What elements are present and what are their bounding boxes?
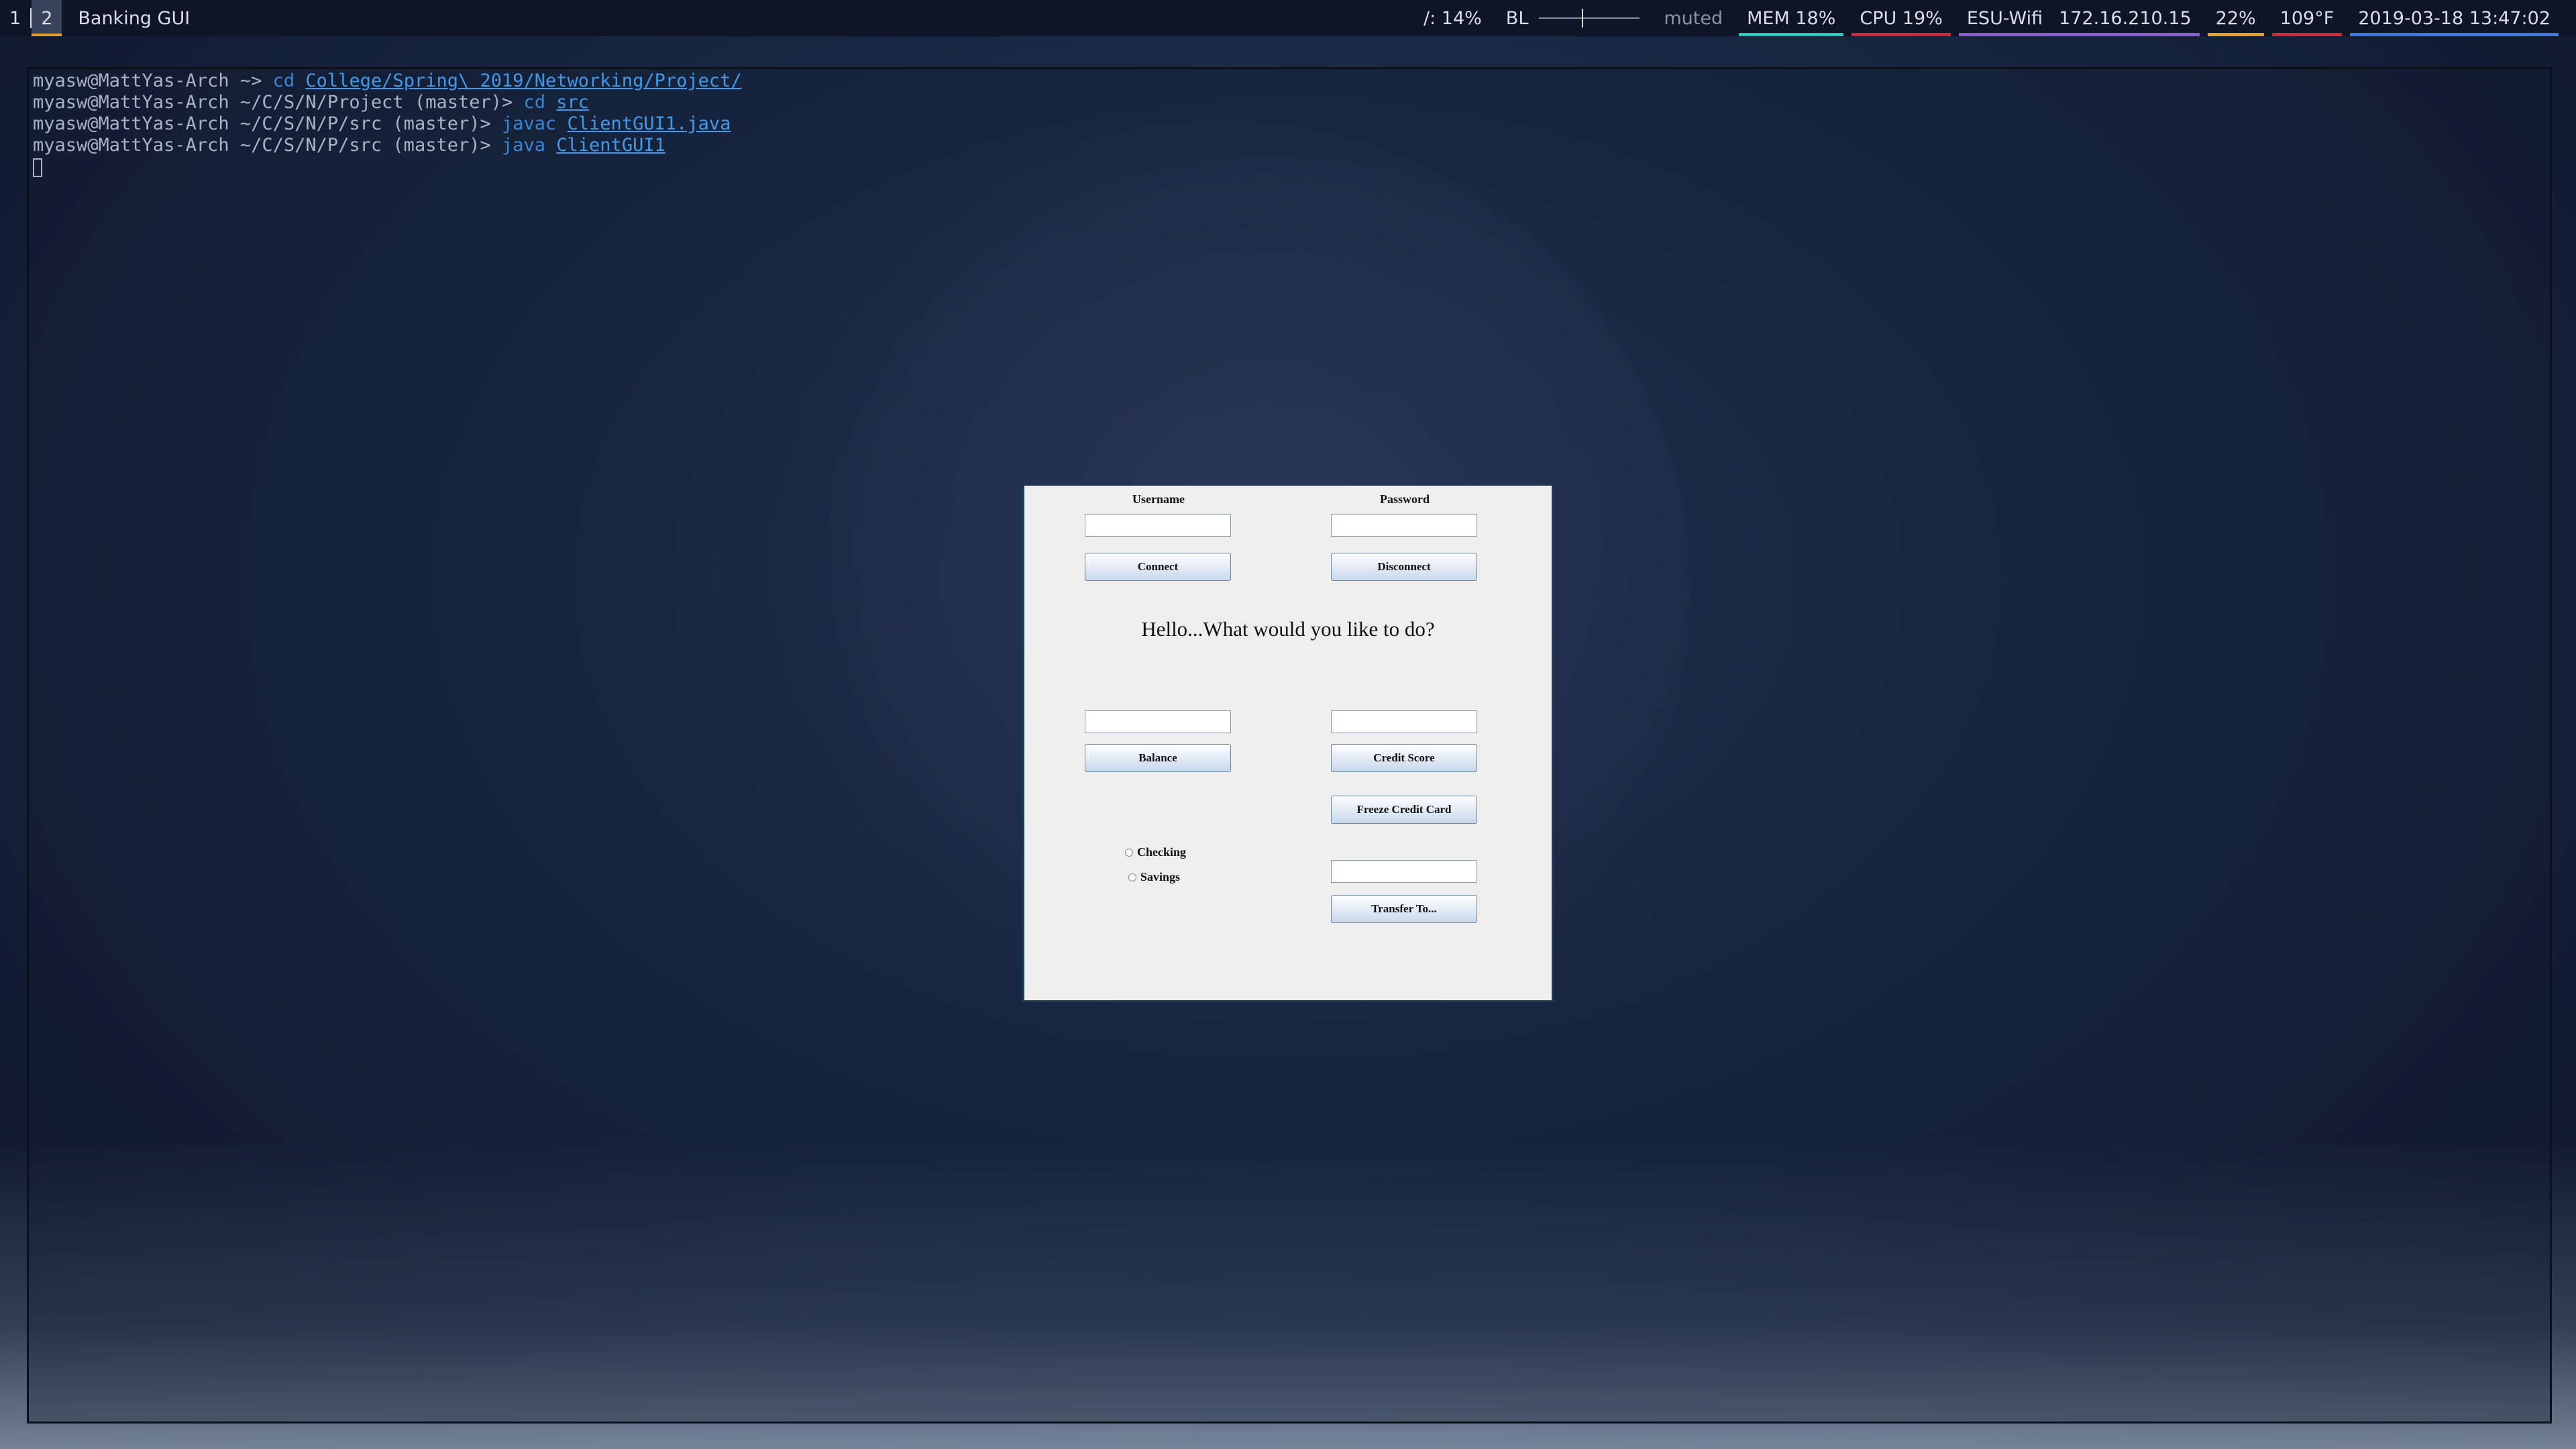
checking-radio-label: Checking bbox=[1137, 845, 1187, 859]
temperature: 109°F bbox=[2268, 0, 2347, 36]
terminal-line: myasw@MattYas-Arch ~/C/S/N/P/src (master… bbox=[33, 135, 665, 156]
backlight[interactable]: BL bbox=[1494, 0, 1652, 36]
checking-radio[interactable]: Checking bbox=[1125, 845, 1186, 859]
savings-radio-label: Savings bbox=[1140, 870, 1181, 883]
credit-score-field[interactable] bbox=[1331, 710, 1477, 733]
status-blocks: /: 14% BL muted MEM 18% CPU 19% ESU-Wifi… bbox=[1411, 0, 2563, 36]
terminal-cursor bbox=[33, 158, 42, 177]
backlight-slider[interactable] bbox=[1539, 9, 1640, 28]
savings-radio[interactable]: Savings bbox=[1128, 870, 1180, 884]
backlight-slider-knob[interactable] bbox=[1582, 9, 1584, 28]
freeze-credit-card-button[interactable]: Freeze Credit Card bbox=[1331, 796, 1477, 824]
greeting-text: Hello...What would you like to do? bbox=[1141, 617, 1435, 641]
backlight-label: BL bbox=[1505, 7, 1529, 29]
terminal-line: myasw@MattYas-Arch ~/C/S/N/P/src (master… bbox=[33, 113, 731, 134]
credit-score-button[interactable]: Credit Score bbox=[1331, 744, 1477, 772]
ip-address: 172.16.210.15 bbox=[2059, 7, 2192, 29]
transfer-field[interactable] bbox=[1331, 860, 1477, 883]
password-field[interactable] bbox=[1331, 514, 1477, 537]
workspace-1-label: 1 bbox=[9, 7, 21, 29]
transfer-to-button[interactable]: Transfer To... bbox=[1331, 895, 1477, 923]
balance-button[interactable]: Balance bbox=[1085, 744, 1231, 772]
workspace-2-label: 2 bbox=[41, 7, 53, 29]
memory-usage: MEM 18% bbox=[1735, 0, 1847, 36]
balance-field[interactable] bbox=[1085, 710, 1231, 733]
connect-button[interactable]: Connect bbox=[1085, 553, 1231, 581]
username-label: Username bbox=[1132, 492, 1185, 506]
wifi-status[interactable]: ESU-Wifi 172.16.210.15 bbox=[1955, 0, 2204, 36]
battery-status: 22% bbox=[2204, 0, 2268, 36]
password-label: Password bbox=[1379, 492, 1430, 506]
savings-radio-circle[interactable] bbox=[1128, 873, 1136, 881]
terminal-cursor-line[interactable] bbox=[33, 156, 742, 178]
terminal-line: myasw@MattYas-Arch ~> cd College/Spring\… bbox=[33, 70, 742, 91]
cpu-usage: CPU 19% bbox=[1847, 0, 1955, 36]
volume-status[interactable]: muted bbox=[1652, 0, 1735, 36]
focused-window-title: Banking GUI bbox=[78, 7, 191, 29]
disk-usage: /: 14% bbox=[1424, 7, 1482, 29]
clock: 2019-03-18 13:47:02 bbox=[2346, 0, 2563, 36]
terminal-output: myasw@MattYas-Arch ~> cd College/Spring\… bbox=[33, 70, 742, 178]
workspace-1[interactable]: 1 bbox=[0, 0, 30, 36]
terminal-line: myasw@MattYas-Arch ~/C/S/N/Project (mast… bbox=[33, 92, 590, 113]
wifi-name: ESU-Wifi bbox=[1966, 7, 2043, 29]
disconnect-button[interactable]: Disconnect bbox=[1331, 553, 1477, 581]
workspace-2[interactable]: 2 bbox=[32, 0, 62, 36]
status-bar: 1 2 Banking GUI /: 14% BL muted MEM 18% … bbox=[0, 0, 2576, 36]
banking-gui-window[interactable]: Username Password Connect Disconnect Hel… bbox=[1022, 484, 1554, 1002]
checking-radio-circle[interactable] bbox=[1125, 848, 1133, 857]
username-field[interactable] bbox=[1085, 514, 1231, 537]
